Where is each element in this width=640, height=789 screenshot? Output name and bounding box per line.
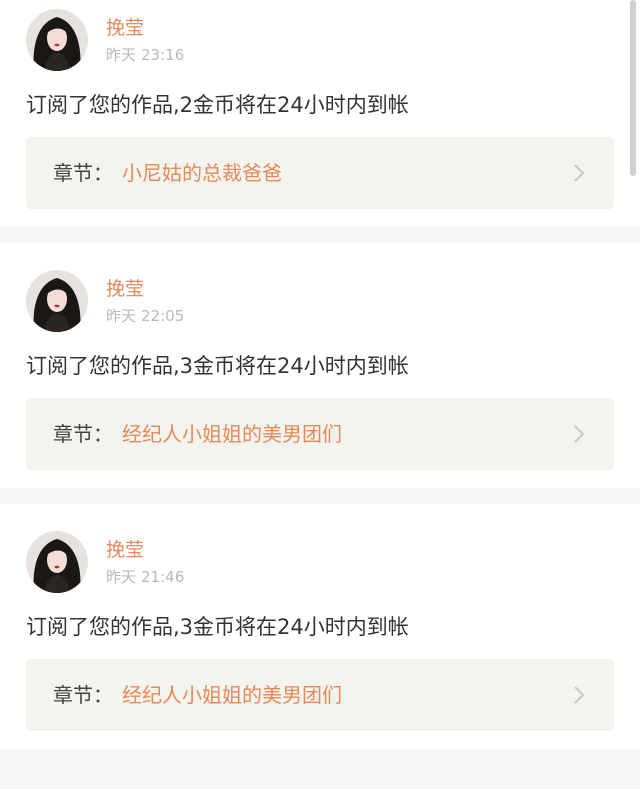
notification-card: 挽莹 昨天 21:46 订阅了您的作品,3金币将在24小时内到帐 章节： 经纪人小…: [0, 504, 640, 749]
time-clock: 21:46: [141, 568, 185, 586]
chevron-right-icon: [574, 425, 585, 443]
time-clock: 22:05: [141, 307, 185, 325]
user-avatar[interactable]: [26, 9, 88, 71]
notification-feed: 挽莹 昨天 23:16 订阅了您的作品,2金币将在24小时内到帐 章节： 小尼姑的…: [0, 0, 640, 789]
user-avatar[interactable]: [26, 531, 88, 593]
timestamp: 昨天 22:05: [106, 307, 189, 325]
notification-card: 挽莹 昨天 22:05 订阅了您的作品,3金币将在24小时内到帐 章节： 经纪人小…: [0, 243, 640, 488]
time-day: 昨天: [106, 568, 137, 586]
chapter-link[interactable]: 章节： 经纪人小姐姐的美男团们: [26, 659, 614, 731]
chapter-title: 小尼姑的总裁爸爸: [122, 161, 282, 185]
notification-message: 订阅了您的作品,3金币将在24小时内到帐: [26, 354, 409, 378]
scrollbar[interactable]: [630, 0, 636, 176]
chapter-link[interactable]: 章节： 小尼姑的总裁爸爸: [26, 137, 614, 209]
chapter-title: 经纪人小姐姐的美男团们: [122, 683, 342, 707]
username[interactable]: 挽莹: [106, 278, 144, 300]
chapter-label: 章节：: [53, 683, 113, 707]
chapter-label: 章节：: [53, 422, 113, 446]
time-day: 昨天: [106, 46, 137, 64]
notification-message: 订阅了您的作品,2金币将在24小时内到帐: [26, 93, 409, 117]
time-day: 昨天: [106, 307, 137, 325]
notification-card: 挽莹 昨天 23:16 订阅了您的作品,2金币将在24小时内到帐 章节： 小尼姑的…: [0, 0, 640, 227]
username[interactable]: 挽莹: [106, 539, 144, 561]
time-clock: 23:16: [141, 46, 185, 64]
user-avatar[interactable]: [26, 270, 88, 332]
chapter-title: 经纪人小姐姐的美男团们: [122, 422, 342, 446]
timestamp: 昨天 21:46: [106, 568, 189, 586]
avatar-portrait-icon: [26, 531, 88, 593]
chevron-right-icon: [574, 686, 585, 704]
chapter-label: 章节：: [53, 161, 113, 185]
avatar-portrait-icon: [26, 9, 88, 71]
avatar-portrait-icon: [26, 270, 88, 332]
username[interactable]: 挽莹: [106, 17, 144, 39]
timestamp: 昨天 23:16: [106, 46, 189, 64]
chevron-right-icon: [574, 164, 585, 182]
chapter-link[interactable]: 章节： 经纪人小姐姐的美男团们: [26, 398, 614, 470]
notification-message: 订阅了您的作品,3金币将在24小时内到帐: [26, 615, 409, 639]
